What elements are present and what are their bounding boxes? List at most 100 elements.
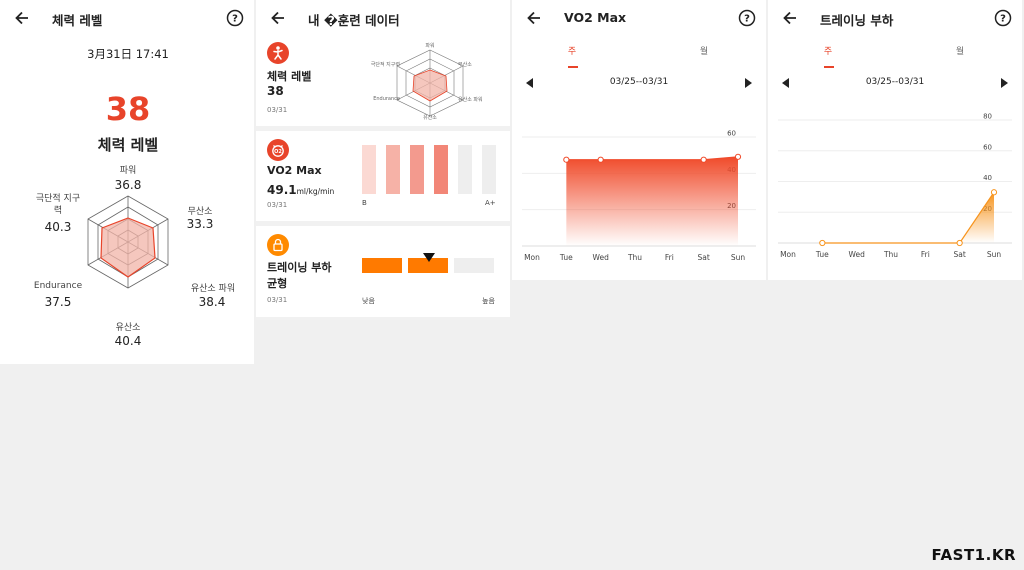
x-tick-label: Thu <box>883 250 898 259</box>
x-tick-label: Mon <box>524 253 540 262</box>
date-range-bar: 03/25--03/31 <box>512 70 766 96</box>
app-header: 트레이닝 부하 ? <box>768 0 1022 36</box>
radar-label-extreme-endurance: 극단적 지구 력 <box>28 193 88 217</box>
x-tick-label: Fri <box>665 253 674 262</box>
radar-label-endurance: Endurance <box>33 281 83 291</box>
vo2-chart-area: 204060MonTueWedThuFriSatSun <box>512 96 766 280</box>
card-value: 49.1 <box>267 183 297 197</box>
vo2-clock-icon: O2 <box>267 139 289 161</box>
radar-label-anaerobic: 무산소 <box>187 207 213 217</box>
card-title: VO2 Max <box>267 164 322 177</box>
radar-value-anaerobic: 33.3 <box>186 217 214 231</box>
data-point <box>597 156 604 163</box>
vo2-bar-1 <box>362 145 376 194</box>
mini-radar-label-tl: 극단적 지구력 <box>370 62 400 68</box>
date-range: 03/25--03/31 <box>609 77 669 87</box>
help-icon[interactable]: ? <box>738 9 756 27</box>
load-chart-area: 20406080MonTueWedThuFriSatSun <box>768 96 1022 280</box>
radar-value-power: 36.8 <box>114 178 142 192</box>
series-area <box>822 192 994 243</box>
card-date: 03/31 <box>267 106 288 114</box>
tab-week[interactable]: 주 <box>552 44 592 57</box>
radar-label-power: 파워 <box>119 166 137 176</box>
watermark: FAST1.KR <box>931 546 1016 564</box>
series-area <box>566 156 738 246</box>
mini-radar-chart <box>396 49 464 117</box>
vo2-scale-high: A+ <box>485 199 496 207</box>
x-tick-label: Thu <box>627 253 642 262</box>
y-tick-label: 40 <box>983 174 992 182</box>
mini-radar-label-bl: Endurance <box>373 96 400 102</box>
date-range-bar: 03/25--03/31 <box>768 70 1022 96</box>
period-tabs: 주 월 <box>512 36 766 70</box>
next-arrow-icon[interactable] <box>1001 78 1009 88</box>
data-point <box>990 189 998 196</box>
vo2-bar-3 <box>410 145 424 194</box>
radar-label-aerobic-power: 유산소 파워 <box>190 284 236 294</box>
back-arrow-icon[interactable] <box>524 8 544 28</box>
svg-text:?: ? <box>744 14 750 25</box>
radar-label-extreme-endurance-line2: 력 <box>53 206 63 216</box>
tab-month[interactable]: 월 <box>940 44 980 57</box>
x-tick-label: Sat <box>954 250 966 259</box>
load-segment-high <box>454 258 494 273</box>
training-load-card[interactable]: 트레이닝 부하 균형 03/31 낮음 높음 <box>256 226 510 317</box>
app-header: VO2 Max ? <box>512 0 766 36</box>
training-load-lock-icon <box>267 234 289 256</box>
x-tick-label: Wed <box>592 253 609 262</box>
card-title: 체력 레벨 <box>267 70 312 83</box>
x-tick-label: Wed <box>848 250 865 259</box>
vo2-bar-5 <box>458 145 472 194</box>
card-title: 트레이닝 부하 <box>267 261 332 274</box>
back-arrow-icon[interactable] <box>268 8 288 28</box>
y-tick-label: 60 <box>983 143 992 151</box>
period-tabs: 주 월 <box>768 36 1022 70</box>
load-indicator-icon <box>423 253 435 262</box>
fitness-runner-icon <box>267 42 289 64</box>
radar-value-aerobic-power: 38.4 <box>198 295 226 309</box>
page-title: 트레이닝 부하 <box>820 13 894 28</box>
training-load-panel: 트레이닝 부하 ? 주 월 03/25--03/31 20406080MonTu… <box>768 0 1022 280</box>
fitness-level-panel: 체력 레벨 ? 3月31日 17:41 38 체력 레벨 파워 36.8 무산소… <box>0 0 254 364</box>
radar-value-aerobic: 40.4 <box>114 334 142 348</box>
card-value-row: 49.1ml/kg/min <box>267 179 334 198</box>
svg-text:O2: O2 <box>274 149 282 155</box>
data-point <box>956 239 963 247</box>
back-arrow-icon[interactable] <box>780 8 800 28</box>
series-line <box>566 156 739 161</box>
mini-radar-label-br: 유산소 파워 <box>458 97 483 103</box>
tab-week[interactable]: 주 <box>808 44 848 57</box>
x-tick-label: Tue <box>815 250 829 259</box>
fitness-level-card[interactable]: 체력 레벨 38 03/31 파워 무산소 유산소 파워 유산소 Enduran… <box>256 36 510 126</box>
mini-radar-label-tr: 무산소 <box>458 62 472 68</box>
vo2max-card[interactable]: O2 VO2 Max 49.1ml/kg/min 03/31 B A+ <box>256 131 510 221</box>
card-date: 03/31 <box>267 296 288 304</box>
vo2-scale-low: B <box>362 199 367 207</box>
data-point <box>563 156 570 163</box>
training-load-trend-chart: 20406080MonTueWedThuFriSatSun <box>778 113 1012 259</box>
page-title: 내 �훈련 데이터 <box>308 13 400 28</box>
page-title: VO2 Max <box>564 10 627 25</box>
help-icon[interactable]: ? <box>994 9 1012 27</box>
vo2-bar-4 <box>434 145 448 194</box>
vo2-trend-chart: 204060MonTueWedThuFriSatSun <box>522 130 756 262</box>
screenshot-collage: 체력 레벨 ? 3月31日 17:41 38 체력 레벨 파워 36.8 무산소… <box>0 0 1024 570</box>
data-point <box>700 156 707 163</box>
data-point <box>734 153 742 160</box>
load-scale-high: 높음 <box>482 297 495 305</box>
next-arrow-icon[interactable] <box>745 78 753 88</box>
radar-label-extreme-endurance-line1: 극단적 지구 <box>35 194 81 204</box>
training-data-panel: 내 �훈련 데이터 체력 레벨 38 03/31 파워 무산소 유산소 파워 유… <box>256 0 510 320</box>
radar-value-endurance: 37.5 <box>44 295 72 309</box>
vo2max-panel: VO2 Max ? 주 월 03/25--03/31 204060MonTueW… <box>512 0 766 280</box>
vo2-bar-2 <box>386 145 400 194</box>
x-tick-label: Fri <box>921 250 930 259</box>
load-segment-low <box>362 258 402 273</box>
mini-radar-label-top: 파워 <box>425 43 435 49</box>
y-tick-label: 80 <box>983 113 992 121</box>
x-tick-label: Tue <box>559 253 573 262</box>
vo2-bar-6 <box>482 145 496 194</box>
x-tick-label: Sat <box>698 253 710 262</box>
tab-month[interactable]: 월 <box>684 44 724 57</box>
card-status: 균형 <box>267 277 288 290</box>
